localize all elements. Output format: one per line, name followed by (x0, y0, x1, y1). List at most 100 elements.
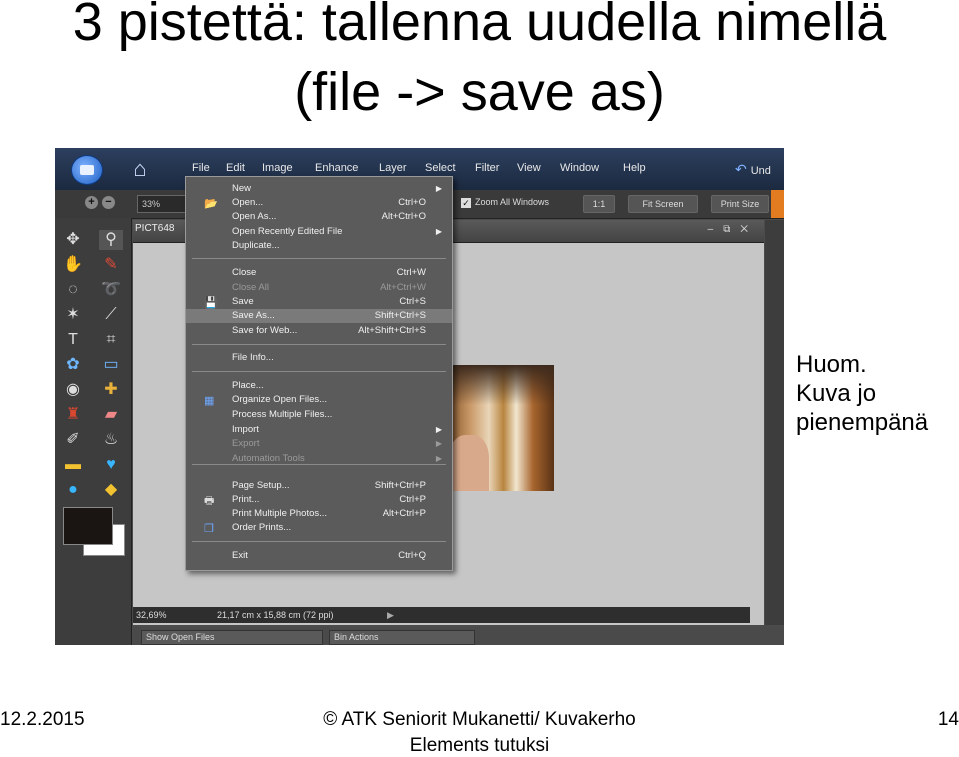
printer-icon: 🖶 (204, 495, 215, 507)
file-menu-item-save-for-web[interactable]: Save for Web... Alt+Shift+Ctrl+S (186, 324, 452, 338)
foreground-color-swatch[interactable] (63, 507, 113, 545)
footer-copyright: © ATK Seniorit Mukanetti/ Kuvakerho (323, 709, 636, 730)
red-eye-tool-icon[interactable]: ◉ (61, 380, 85, 400)
file-menu-item-file-info[interactable]: File Info... (186, 351, 452, 365)
zoom-tool-icon[interactable]: ⚲ (99, 230, 123, 250)
status-arrow-icon[interactable]: ▶ (387, 607, 394, 623)
submenu-arrow-icon: ▶ (435, 425, 442, 434)
file-menu-item-open-recently-edited-file[interactable]: Open Recently Edited File ▶ (186, 225, 452, 239)
actual-pixels-button[interactable]: 1:1 (583, 195, 615, 213)
file-menu-item-label: Print Multiple Photos... (232, 508, 328, 519)
eyedropper-tool-icon[interactable]: ✎ (99, 255, 123, 275)
file-menu-item-print-multiple-photos[interactable]: Print Multiple Photos... Alt+Ctrl+P (186, 507, 452, 521)
folder-icon: 📂 (204, 198, 218, 210)
file-menu-item-open-as[interactable]: Open As... Alt+Ctrl+O (186, 210, 452, 224)
menu-separator (192, 344, 446, 345)
undo-button[interactable]: ↶ Und (735, 161, 771, 178)
menu-edit[interactable]: Edit (226, 162, 245, 174)
file-menu-item-shortcut: Ctrl+O (398, 197, 426, 208)
file-menu-item-shortcut: Ctrl+Q (398, 550, 426, 561)
file-menu-item-label: Organize Open Files... (232, 394, 328, 405)
file-menu-item-open[interactable]: 📂 Open... Ctrl+O (186, 196, 452, 210)
menu-window[interactable]: Window (560, 162, 599, 174)
file-menu-item-shortcut: Alt+Shift+Ctrl+S (358, 325, 426, 336)
paint-bucket-tool-icon[interactable]: ♨ (99, 430, 123, 450)
file-menu-item-process-multiple-files[interactable]: Process Multiple Files... (186, 408, 452, 422)
close-icon[interactable]: ✕ (740, 224, 758, 235)
file-menu-item-label: File Info... (232, 352, 274, 363)
minimize-icon[interactable]: – (708, 224, 724, 235)
menu-layer[interactable]: Layer (379, 162, 407, 174)
file-menu-item-duplicate[interactable]: Duplicate... (186, 239, 452, 253)
submenu-arrow-icon: ▶ (435, 184, 442, 193)
menu-help[interactable]: Help (623, 162, 646, 174)
gradient-tool-icon[interactable]: ▬ (61, 455, 85, 475)
zoom-all-windows-checkbox[interactable]: ✓ Zoom All Windows (461, 197, 549, 208)
file-menu-item-save[interactable]: 💾 Save Ctrl+S (186, 295, 452, 309)
slide-title-line-1: 3 pistettä: tallenna uudella nimellä (72, 0, 887, 52)
lasso-tool-icon[interactable]: ➰ (99, 280, 123, 300)
hand-tool-icon[interactable]: ✋ (61, 255, 85, 275)
cookie-cutter-tool-icon[interactable]: ✿ (61, 355, 85, 375)
file-menu-item-place[interactable]: Place... (186, 379, 452, 393)
home-icon[interactable]: ⌂ (127, 156, 153, 182)
sponge-tool-icon[interactable]: ◆ (99, 480, 123, 500)
file-menu-item-close[interactable]: Close Ctrl+W (186, 266, 452, 280)
type-tool-icon[interactable]: T (61, 330, 85, 350)
organizer-camera-icon[interactable] (71, 155, 103, 185)
menu-select[interactable]: Select (425, 162, 456, 174)
file-menu-item-label: Order Prints... (232, 522, 292, 533)
menu-filter[interactable]: Filter (475, 162, 499, 174)
file-menu-item-shortcut: Ctrl+P (399, 494, 426, 505)
file-menu-item-label: Print... (232, 494, 260, 505)
print-size-button[interactable]: Print Size (711, 195, 769, 213)
zoom-in-icon[interactable]: + (85, 196, 98, 209)
file-menu-item-page-setup[interactable]: Page Setup... Shift+Ctrl+P (186, 479, 452, 493)
brush-tool-icon[interactable]: ✐ (61, 430, 85, 450)
footer-subtitle: Elements tutuksi (409, 735, 550, 756)
zoom-out-icon[interactable]: − (102, 196, 115, 209)
file-menu-item-save-as[interactable]: Save As... Shift+Ctrl+S (186, 309, 452, 323)
crop-tool-icon[interactable]: ⌗ (99, 330, 123, 350)
file-menu-item-label: Import (232, 424, 259, 435)
magic-wand-tool-icon[interactable]: ✶ (61, 305, 85, 325)
file-menu-item-import[interactable]: Import ▶ (186, 423, 452, 437)
file-menu-item-new[interactable]: New ▶ (186, 182, 452, 196)
file-menu-item-label: Duplicate... (232, 240, 280, 251)
marquee-tool-icon[interactable]: ◌ (61, 280, 85, 300)
project-bin-bar: Show Open Files Bin Actions (133, 628, 784, 645)
menu-separator (192, 258, 446, 259)
file-menu-item-order-prints[interactable]: ❐ Order Prints... (186, 521, 452, 535)
file-menu-item-label: Open As... (232, 211, 277, 222)
menu-image[interactable]: Image (262, 162, 293, 174)
healing-brush-tool-icon[interactable]: ✚ (99, 380, 123, 400)
file-menu-item-exit[interactable]: Exit Ctrl+Q (186, 549, 452, 563)
shape-tool-icon[interactable]: ♥ (99, 455, 123, 475)
blur-tool-icon[interactable]: ● (61, 480, 85, 500)
note-line-1: Huom. (796, 351, 867, 378)
file-menu-item-organize-open-files[interactable]: ▦ Organize Open Files... (186, 393, 452, 407)
menu-file[interactable]: File (192, 162, 210, 174)
clone-stamp-tool-icon[interactable]: ♜ (61, 405, 85, 425)
eraser-tool-icon[interactable]: ▰ (99, 405, 123, 425)
file-menu-item-label: Open Recently Edited File (232, 226, 343, 237)
menu-enhance[interactable]: Enhance (315, 162, 358, 174)
fit-screen-button[interactable]: Fit Screen (628, 195, 698, 213)
straighten-tool-icon[interactable]: ▭ (99, 355, 123, 375)
menu-view[interactable]: View (517, 162, 541, 174)
note-text: Huom. Kuva jo pienempänä (796, 350, 928, 437)
zoom-field[interactable]: 33% (137, 195, 187, 213)
bin-actions-dropdown[interactable]: Bin Actions (329, 630, 475, 645)
file-menu-item-label: Place... (232, 380, 264, 391)
move-tool-icon[interactable]: ✥ (61, 230, 85, 250)
restore-icon[interactable]: ⧉ (723, 224, 740, 235)
file-menu-item-label: Close (232, 267, 257, 278)
floppy-icon: 💾 (204, 297, 218, 309)
file-menu-item-shortcut: Ctrl+S (399, 296, 426, 307)
file-menu-item-print[interactable]: 🖶 Print... Ctrl+P (186, 493, 452, 507)
selection-brush-tool-icon[interactable]: ⟋ (99, 305, 123, 325)
show-open-files-dropdown[interactable]: Show Open Files (141, 630, 323, 645)
document-tab[interactable]: PICT648 (135, 223, 174, 234)
file-menu-item-export: Export ▶ (186, 437, 452, 451)
vertical-scrollbar[interactable] (765, 220, 784, 625)
